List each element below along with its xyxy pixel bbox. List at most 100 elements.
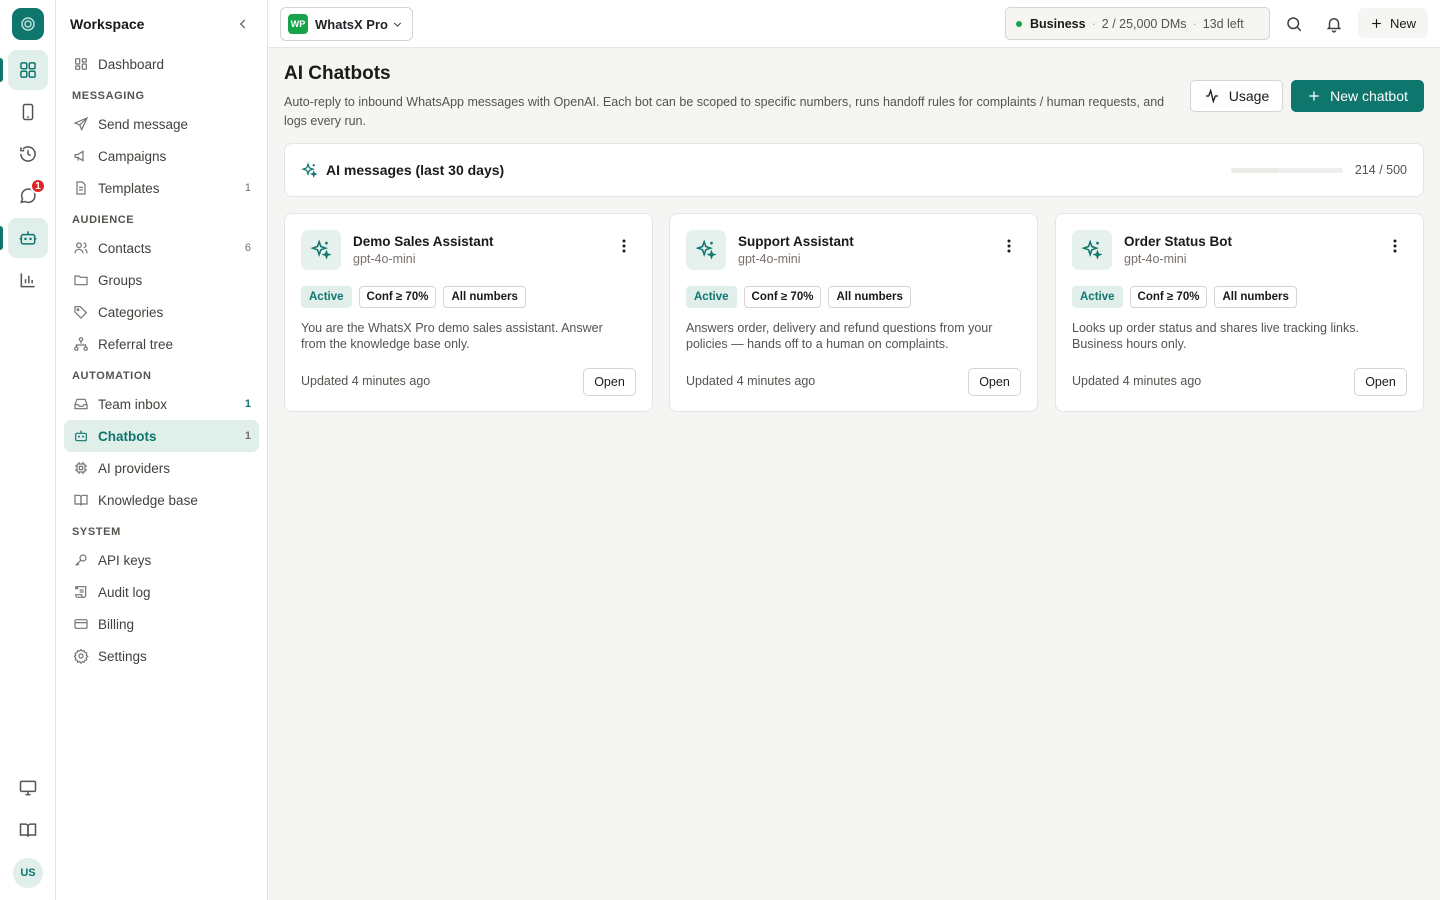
network-tree-icon [72, 335, 90, 353]
more-vertical-icon [622, 239, 626, 253]
rail-docs-button[interactable] [8, 810, 48, 850]
open-chatbot-button[interactable]: Open [1354, 368, 1407, 396]
usage-button[interactable]: Usage [1190, 80, 1283, 112]
sparkles-icon [1072, 230, 1112, 270]
sidebar-item-label: Contacts [98, 240, 152, 256]
rail-devices-button[interactable] [8, 92, 48, 132]
chatbot-name: Support Assistant [738, 234, 854, 249]
team-inbox-count: 1 [244, 398, 251, 410]
sidebar-item-label: Billing [98, 616, 135, 632]
new-chatbot-button[interactable]: New chatbot [1291, 80, 1424, 112]
sidebar-header: Workspace [56, 0, 267, 48]
rail-active-indicator-bots [0, 226, 3, 250]
sidebar-item-groups[interactable]: Groups [64, 264, 259, 296]
sidebar-item-dashboard[interactable]: Dashboard [64, 48, 259, 80]
sidebar-item-settings[interactable]: Settings [64, 640, 259, 672]
collapse-sidebar-button[interactable] [233, 14, 253, 34]
sidebar-section-system: SYSTEM [72, 526, 121, 538]
more-vertical-icon [1007, 239, 1011, 253]
sidebar-item-campaigns[interactable]: Campaigns [64, 140, 259, 172]
templates-count: 1 [244, 182, 251, 194]
page-description: Auto-reply to inbound WhatsApp messages … [284, 95, 1165, 128]
sparkles-icon [301, 161, 318, 179]
chatbot-description: Answers order, delivery and refund quest… [686, 321, 993, 351]
rail-dashboard-button[interactable] [8, 50, 48, 90]
bot-icon [18, 228, 38, 248]
chatbot-tags: Active Conf ≥ 70% All numbers [686, 286, 911, 308]
chatbot-tags: Active Conf ≥ 70% All numbers [301, 286, 526, 308]
plus-icon [1309, 91, 1319, 101]
sidebar-item-api-keys[interactable]: API keys [64, 544, 259, 576]
plan-days-left: 13d left [1202, 16, 1244, 31]
sidebar-item-label: Referral tree [98, 336, 174, 352]
megaphone-icon [72, 147, 90, 165]
open-chatbot-button[interactable]: Open [968, 368, 1021, 396]
sidebar-item-label: Templates [98, 180, 160, 196]
plan-status-pill[interactable]: Business · 2 / 25,000 DMs · 13d left [1005, 7, 1270, 40]
sidebar-item-chatbots[interactable]: Chatbots 1 [64, 420, 259, 452]
sidebar-item-referral-tree[interactable]: Referral tree [64, 328, 259, 360]
chatbot-card: Support Assistant gpt-4o-mini Active Con… [669, 213, 1038, 412]
bot-icon [72, 427, 90, 445]
rail-display-button[interactable] [8, 768, 48, 808]
sidebar-item-send-message[interactable]: Send message [64, 108, 259, 140]
sparkles-icon [686, 230, 726, 270]
open-chatbot-button[interactable]: Open [583, 368, 636, 396]
chatbot-model: gpt-4o-mini [1124, 252, 1187, 266]
search-button[interactable] [1282, 12, 1306, 36]
sidebar-item-ai-providers[interactable]: AI providers [64, 452, 259, 484]
new-button[interactable]: New [1358, 8, 1428, 38]
avatar[interactable]: US [13, 858, 43, 888]
chatbot-card: Order Status Bot gpt-4o-mini Active Conf… [1055, 213, 1424, 412]
sidebar-item-audit-log[interactable]: Audit log [64, 576, 259, 608]
rail-active-indicator [0, 58, 3, 82]
sidebar-item-knowledge-base[interactable]: Knowledge base [64, 484, 259, 516]
sidebar-item-label: Chatbots [98, 428, 157, 444]
sidebar-item-contacts[interactable]: Contacts 6 [64, 232, 259, 264]
rail-history-button[interactable] [8, 134, 48, 174]
sidebar-item-label: Settings [98, 648, 147, 664]
chatbot-card: Demo Sales Assistant gpt-4o-mini Active … [284, 213, 653, 412]
phone-device-icon [18, 102, 38, 122]
rail-chatbots-button[interactable] [8, 218, 48, 258]
sidebar-section-audience: AUDIENCE [72, 214, 135, 226]
chatbot-updated: Updated 4 minutes ago [686, 374, 816, 388]
rail-analytics-button[interactable] [8, 260, 48, 300]
key-icon [72, 551, 90, 569]
inbox-icon [72, 395, 90, 413]
bell-icon [1326, 18, 1342, 33]
plus-icon [1372, 18, 1381, 28]
ai-usage-progress-fill [1230, 167, 1279, 173]
status-badge: Active [686, 286, 737, 308]
chatbots-count: 1 [244, 430, 251, 442]
ai-usage-count: 214 / 500 [1354, 163, 1407, 177]
status-badge: Active [301, 286, 352, 308]
history-icon [18, 144, 38, 164]
workspace-logo: WP [288, 14, 308, 34]
chevron-down-icon [391, 18, 404, 31]
sidebar-item-billing[interactable]: Billing [64, 608, 259, 640]
scope-badge: All numbers [1214, 286, 1297, 308]
chatbot-menu-button[interactable] [1383, 236, 1407, 256]
sidebar-item-label: Knowledge base [98, 492, 198, 508]
notifications-button[interactable] [1322, 12, 1346, 36]
sidebar-item-templates[interactable]: Templates 1 [64, 172, 259, 204]
dashboard-grid-icon [18, 60, 38, 80]
workspace-switcher[interactable]: WP WhatsX Pro [280, 7, 413, 41]
sidebar-item-categories[interactable]: Categories [64, 296, 259, 328]
new-chatbot-button-label: New chatbot [1330, 88, 1408, 104]
more-vertical-icon [1393, 239, 1397, 253]
book-open-icon [72, 491, 90, 509]
sidebar-section-messaging: MESSAGING [72, 90, 145, 102]
app-logo-icon[interactable] [12, 8, 44, 40]
bar-chart-icon [18, 270, 38, 290]
icon-rail: 1 US [0, 0, 56, 900]
chatbot-model: gpt-4o-mini [738, 252, 801, 266]
ai-usage-title: AI messages (last 30 days) [326, 162, 505, 178]
chatbot-menu-button[interactable] [612, 236, 636, 256]
top-bar: WP WhatsX Pro Business · 2 / 25,000 DMs … [268, 0, 1440, 48]
sidebar-item-team-inbox[interactable]: Team inbox 1 [64, 388, 259, 420]
chatbot-updated: Updated 4 minutes ago [1072, 374, 1202, 388]
chatbot-menu-button[interactable] [997, 236, 1021, 256]
search-icon [1287, 17, 1302, 32]
